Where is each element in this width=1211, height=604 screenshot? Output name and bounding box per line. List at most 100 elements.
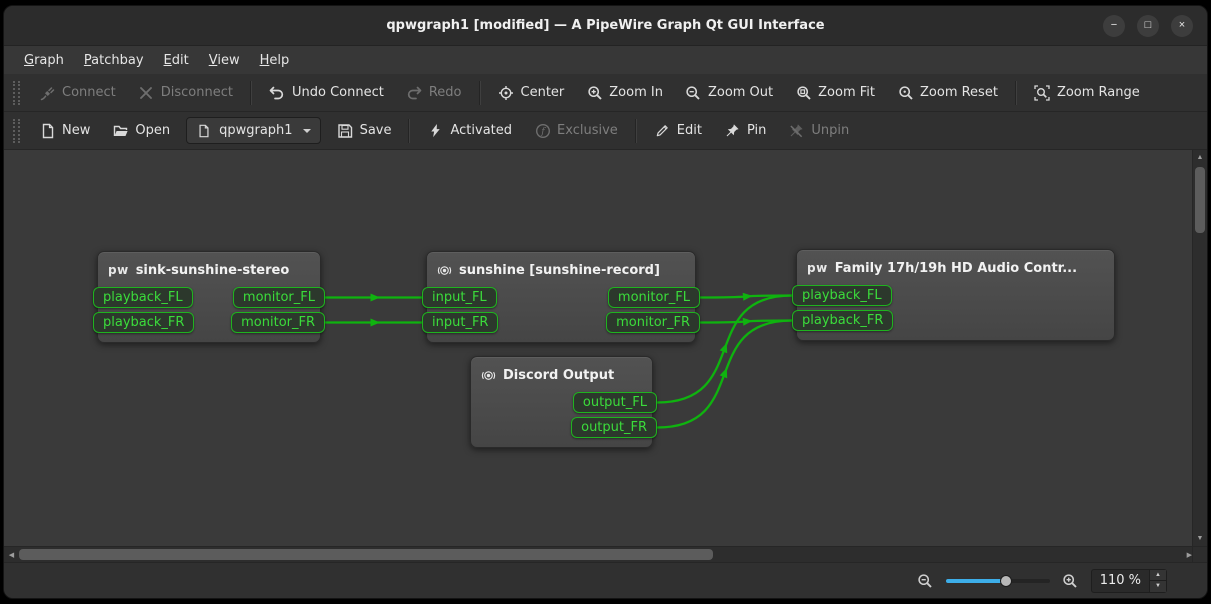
- undo-connect-button[interactable]: Undo Connect: [259, 78, 394, 108]
- center-icon: [498, 84, 515, 101]
- connection-edges: [4, 150, 1192, 546]
- patchbay-selector[interactable]: qpwgraph1: [186, 117, 320, 144]
- spin-down-button[interactable]: ▼: [1150, 581, 1166, 592]
- port-playback-fr[interactable]: playback_FR: [792, 310, 893, 331]
- menu-patchbay[interactable]: Patchbay: [74, 46, 154, 74]
- toolbar-separator: [1015, 81, 1017, 105]
- horizontal-scrollbar[interactable]: ◀ ▶: [4, 546, 1192, 562]
- chevron-down-icon: [303, 129, 311, 137]
- open-button[interactable]: Open: [102, 116, 180, 146]
- node-discord-output[interactable]: Discord Output output_FL output_FR: [470, 356, 653, 448]
- toolbar-separator: [479, 81, 481, 105]
- exclusive-button[interactable]: f Exclusive: [524, 116, 628, 146]
- maximize-button[interactable]: □: [1137, 15, 1159, 37]
- zoom-out-button[interactable]: Zoom Out: [675, 78, 783, 108]
- node-family-hd-audio[interactable]: pw Family 17h/19h HD Audio Contr... play…: [796, 249, 1115, 341]
- port-output-fr[interactable]: output_FR: [571, 417, 657, 438]
- zoom-in-button[interactable]: Zoom In: [576, 78, 673, 108]
- center-button[interactable]: Center: [488, 78, 575, 108]
- canvas-area: pw sink-sunshine-stereo playback_FL moni…: [4, 150, 1207, 562]
- port-input-fr[interactable]: input_FR: [422, 312, 498, 333]
- save-button[interactable]: Save: [327, 116, 402, 146]
- horizontal-scrollbar-thumb[interactable]: [19, 549, 713, 560]
- menu-view[interactable]: View: [199, 46, 250, 74]
- port-monitor-fl[interactable]: monitor_FL: [233, 287, 325, 308]
- menu-graph[interactable]: Graph: [14, 46, 74, 74]
- port-monitor-fr[interactable]: monitor_FR: [606, 312, 700, 333]
- disconnect-button[interactable]: Disconnect: [128, 78, 243, 108]
- save-icon: [337, 122, 354, 139]
- toolbar-separator: [408, 119, 410, 143]
- zoom-slider[interactable]: [946, 579, 1050, 583]
- zoom-in-icon: [586, 84, 603, 101]
- pin-button[interactable]: Pin: [714, 116, 776, 146]
- audio-record-icon: [481, 368, 496, 383]
- vertical-scrollbar-thumb[interactable]: [1195, 167, 1205, 233]
- statusbar-zoom-in-button[interactable]: [1062, 572, 1079, 589]
- zoom-fit-icon: [795, 84, 812, 101]
- connect-button[interactable]: Connect: [29, 78, 126, 108]
- statusbar-zoom-out-button[interactable]: [917, 572, 934, 589]
- toolbar-handle[interactable]: [13, 119, 20, 143]
- activated-button[interactable]: Activated: [417, 116, 522, 146]
- menu-help[interactable]: Help: [250, 46, 300, 74]
- undo-icon: [269, 84, 286, 101]
- zoom-reset-button[interactable]: Zoom Reset: [887, 78, 1008, 108]
- zoom-spinbox[interactable]: 110 % ▲ ▼: [1091, 569, 1167, 593]
- port-playback-fl[interactable]: playback_FL: [93, 287, 193, 308]
- spin-up-button[interactable]: ▲: [1150, 570, 1166, 582]
- node-sink-sunshine-stereo[interactable]: pw sink-sunshine-stereo playback_FL moni…: [97, 251, 321, 343]
- close-button[interactable]: ×: [1171, 15, 1193, 37]
- redo-button[interactable]: Redo: [396, 78, 472, 108]
- pin-icon: [724, 122, 741, 139]
- minimize-button[interactable]: −: [1103, 15, 1125, 37]
- port-playback-fl[interactable]: playback_FL: [792, 285, 892, 306]
- new-file-icon: [39, 122, 56, 139]
- titlebar[interactable]: qpwgraph1 [modified] — A PipeWire Graph …: [4, 6, 1207, 46]
- node-title: Family 17h/19h HD Audio Contr...: [835, 261, 1077, 276]
- pipewire-icon: pw: [807, 261, 828, 275]
- graph-canvas[interactable]: pw sink-sunshine-stereo playback_FL moni…: [4, 150, 1192, 546]
- toolbar-handle[interactable]: [13, 81, 20, 105]
- port-monitor-fl[interactable]: monitor_FL: [608, 287, 700, 308]
- vertical-scrollbar[interactable]: ▲ ▼: [1192, 150, 1207, 546]
- edit-button[interactable]: Edit: [644, 116, 712, 146]
- unpin-button[interactable]: Unpin: [778, 116, 859, 146]
- scroll-down-arrow[interactable]: ▼: [1193, 531, 1207, 546]
- pencil-icon: [654, 122, 671, 139]
- zoom-fit-button[interactable]: Zoom Fit: [785, 78, 885, 108]
- menu-edit[interactable]: Edit: [154, 46, 199, 74]
- zoom-slider-handle[interactable]: [1000, 575, 1012, 587]
- zoom-reset-icon: [897, 84, 914, 101]
- node-title: sunshine [sunshine-record]: [459, 263, 660, 278]
- zoom-out-icon: [685, 84, 702, 101]
- zoom-range-button[interactable]: Zoom Range: [1024, 78, 1150, 108]
- redo-icon: [406, 84, 423, 101]
- disconnect-icon: [138, 84, 155, 101]
- scroll-left-arrow[interactable]: ◀: [4, 547, 19, 562]
- scroll-right-arrow[interactable]: ▶: [1187, 547, 1192, 562]
- zoom-range-icon: [1034, 84, 1051, 101]
- menubar: Graph Patchbay Edit View Help: [4, 46, 1207, 74]
- statusbar: 110 % ▲ ▼: [4, 562, 1207, 598]
- exclusive-icon: f: [534, 122, 551, 139]
- svg-text:f: f: [540, 126, 546, 137]
- port-playback-fr[interactable]: playback_FR: [93, 312, 194, 333]
- port-input-fl[interactable]: input_FL: [422, 287, 497, 308]
- zoom-in-icon: [1062, 573, 1078, 589]
- patchbay-toolbar: New Open qpwgraph1 Save Activated f Excl…: [4, 112, 1207, 150]
- node-title: Discord Output: [503, 368, 614, 383]
- port-output-fl[interactable]: output_FL: [573, 392, 657, 413]
- zoom-value: 110 %: [1092, 570, 1149, 592]
- node-title: sink-sunshine-stereo: [136, 263, 290, 278]
- pipewire-icon: pw: [108, 263, 129, 277]
- port-monitor-fr[interactable]: monitor_FR: [231, 312, 325, 333]
- scrollbar-corner: [1192, 546, 1207, 562]
- lightning-icon: [427, 122, 444, 139]
- node-sunshine[interactable]: sunshine [sunshine-record] input_FL moni…: [426, 251, 696, 343]
- scroll-up-arrow[interactable]: ▲: [1193, 150, 1207, 165]
- app-window: qpwgraph1 [modified] — A PipeWire Graph …: [3, 5, 1208, 599]
- unpin-icon: [788, 122, 805, 139]
- new-button[interactable]: New: [29, 116, 100, 146]
- zoom-slider-fill: [946, 579, 1006, 583]
